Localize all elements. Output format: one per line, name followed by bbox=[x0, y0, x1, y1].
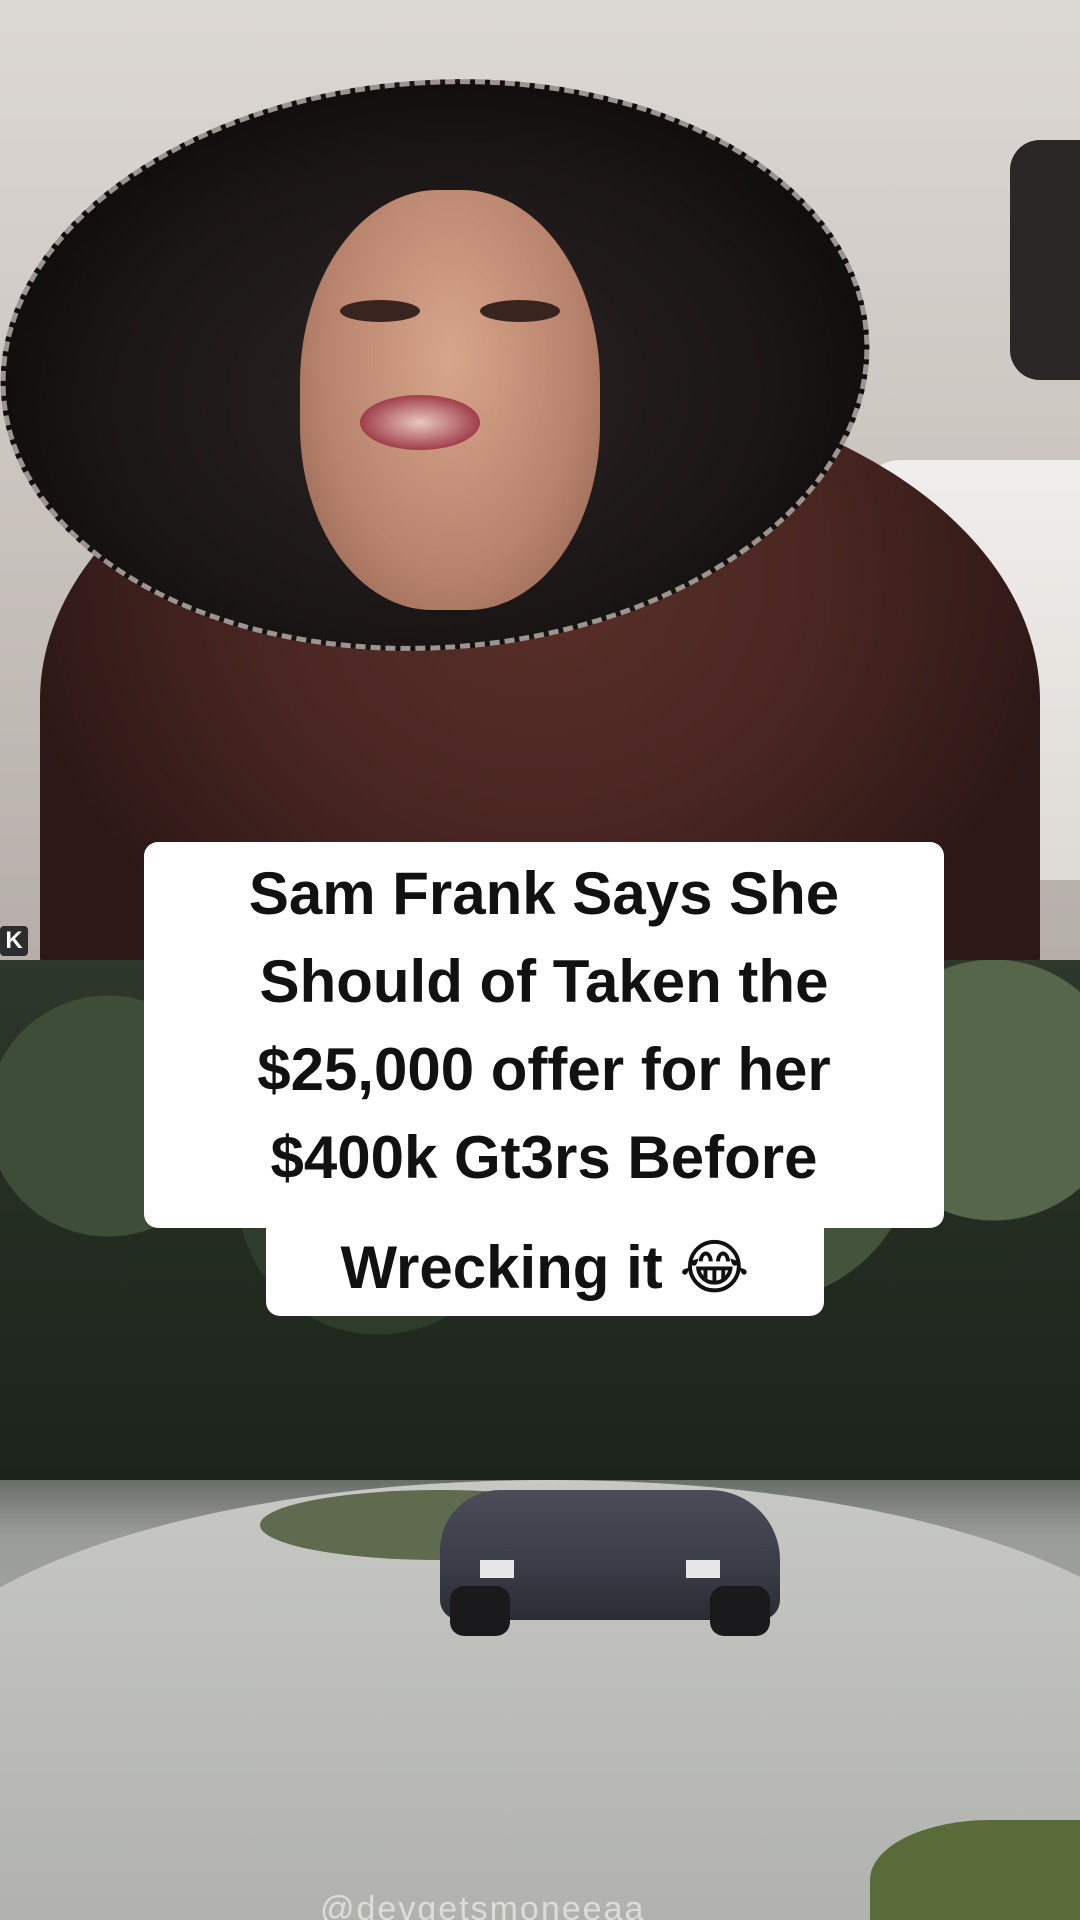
caption-line: $25,000 offer for her bbox=[257, 1036, 831, 1103]
caption-line: Wrecking it 😂 bbox=[340, 1234, 750, 1301]
car-wheel bbox=[450, 1586, 510, 1636]
caption-line: Should of Taken the bbox=[259, 948, 829, 1015]
right-eye bbox=[480, 300, 560, 322]
caption-line: Sam Frank Says She bbox=[248, 860, 840, 927]
car-light bbox=[480, 1560, 514, 1578]
caption-box: Sam Frank Says She Should of Taken the $… bbox=[144, 842, 944, 1228]
top-video-frame: K bbox=[0, 0, 1080, 960]
left-eye bbox=[340, 300, 420, 322]
car-seat bbox=[1010, 140, 1080, 380]
license-plate bbox=[686, 1560, 720, 1578]
mouth bbox=[360, 395, 480, 450]
caption-line: $400k Gt3rs Before bbox=[270, 1124, 818, 1191]
credit-watermark: @devgetsmoneeaa bbox=[320, 1890, 646, 1920]
car bbox=[440, 1490, 780, 1636]
car-wheel bbox=[710, 1586, 770, 1636]
caption-last-line: Wrecking it 😂 bbox=[266, 1224, 824, 1316]
watermark-badge: K bbox=[0, 926, 28, 956]
